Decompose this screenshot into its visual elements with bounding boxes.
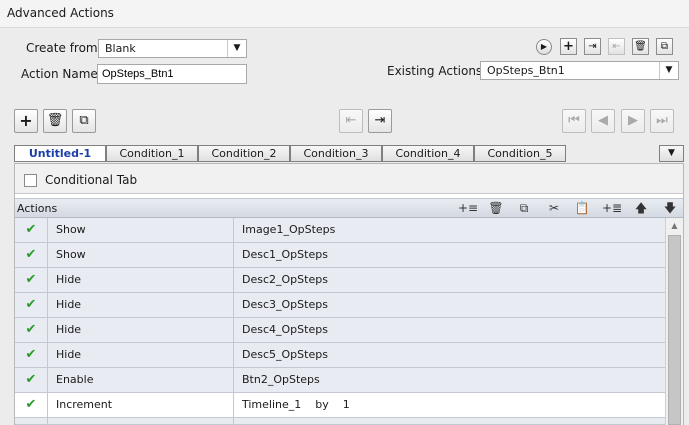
previous-tab-icon: ◀ [591,109,615,133]
row-target: Image1_OpSteps [242,223,336,236]
row-action: Hide [49,268,234,292]
chevron-down-icon: ▼ [659,62,678,79]
actions-header-title: Actions [17,202,58,215]
row-action: Hide [49,293,234,317]
table-row[interactable]: ✔ Show Desc1_OpSteps [15,243,665,268]
table-row[interactable]: ✔ Increment Timeline_1 by 1 [15,393,665,418]
row-action: Show [49,218,234,242]
action-name-input[interactable] [97,64,247,84]
cut-row-icon[interactable]: ✂ [545,201,563,216]
existing-actions-value: OpSteps_Btn1 [487,64,565,77]
actions-header: Actions +≡ 🗑 ⧉ ✂ 📋 +≣ 🡅 🡇 [15,198,683,218]
duplicate-condition-button[interactable]: ⧉ [72,109,96,133]
table-row[interactable]: ✔ Hide Desc2_OpSteps [15,268,665,293]
table-row[interactable]: ✔ Hide Desc4_OpSteps [15,318,665,343]
tabs-overflow-dropdown[interactable]: ▼ [659,145,684,162]
preview-play-icon[interactable]: ▶ [536,39,552,55]
window-title: Advanced Actions [7,6,114,20]
check-icon: ✔ [15,218,48,242]
check-icon: ✔ [15,393,48,417]
check-icon: ✔ [15,343,48,367]
table-row[interactable]: ✔ Show Image1_OpSteps [15,218,665,243]
insert-below-icon[interactable]: +≣ [602,201,622,216]
table-row[interactable]: ✔ Hide Desc3_OpSteps [15,293,665,318]
table-row-empty[interactable] [15,418,665,425]
row-target: Desc1_OpSteps [242,248,328,261]
check-icon: ✔ [15,293,48,317]
copy-row-icon[interactable]: ⧉ [515,201,533,216]
conditional-tab-row: Conditional Tab [15,164,683,194]
row-action: Enable [49,368,234,392]
row-target: Desc4_OpSteps [242,323,328,336]
tab-condition-1[interactable]: Condition_1 [106,145,198,162]
import-icon[interactable]: ⇥ [584,38,601,55]
check-icon: ✔ [15,268,48,292]
tab-condition-5[interactable]: Condition_5 [474,145,566,162]
check-icon: ✔ [15,368,48,392]
create-from-value: Blank [105,42,136,55]
insert-row-icon[interactable]: +≡ [458,201,478,216]
delete-condition-button[interactable]: 🗑 [43,109,67,133]
tab-condition-4[interactable]: Condition_4 [382,145,474,162]
scroll-thumb[interactable] [668,235,681,425]
row-target: Desc3_OpSteps [242,298,328,311]
check-icon: ✔ [15,243,48,267]
paste-row-icon: 📋 [574,201,590,215]
scroll-up-icon[interactable]: ▲ [666,218,683,234]
add-condition-button[interactable]: + [14,109,38,133]
move-up-icon[interactable]: 🡅 [632,201,650,216]
duplicate-action-icon[interactable]: ⧉ [656,38,673,55]
conditional-tab-checkbox[interactable] [24,174,37,187]
action-name-label: Action Name: [21,67,102,81]
create-from-select[interactable]: Blank ▼ [98,39,247,58]
add-action-icon[interactable]: + [560,38,577,55]
move-left-button: ⇤ [339,109,363,133]
row-action: Hide [49,343,234,367]
table-row[interactable]: ✔ Enable Btn2_OpSteps [15,368,665,393]
first-tab-icon: ⏮ [562,109,586,133]
empty-cell [49,418,234,425]
last-tab-icon: ⏭ [650,109,674,133]
delete-action-icon[interactable]: 🗑 [632,38,649,55]
tab-condition-3[interactable]: Condition_3 [290,145,382,162]
actions-scrollbar[interactable]: ▲ [665,218,683,425]
empty-cell [15,418,48,425]
table-row[interactable]: ✔ Hide Desc5_OpSteps [15,343,665,368]
tab-untitled-1[interactable]: Untitled-1 [14,145,106,162]
existing-actions-select[interactable]: OpSteps_Btn1 ▼ [480,61,679,80]
move-right-button[interactable]: ⇥ [368,109,392,133]
title-bar: Advanced Actions [0,0,689,28]
conditional-tab-label: Conditional Tab [45,173,138,187]
move-down-icon[interactable]: 🡇 [661,201,679,216]
delete-row-icon[interactable]: 🗑 [487,201,505,216]
row-target: Btn2_OpSteps [242,373,320,386]
row-action: Hide [49,318,234,342]
row-action: Show [49,243,234,267]
export-icon: ⇤ [608,38,625,55]
next-tab-icon: ▶ [621,109,645,133]
chevron-down-icon: ▼ [227,40,246,57]
check-icon: ✔ [15,318,48,342]
existing-actions-label: Existing Actions: [387,64,487,78]
row-target: Timeline_1 by 1 [242,398,350,411]
row-target: Desc2_OpSteps [242,273,328,286]
row-target: Desc5_OpSteps [242,348,328,361]
create-from-label: Create from: [26,41,102,55]
tab-condition-2[interactable]: Condition_2 [198,145,290,162]
row-action: Increment [49,393,234,417]
